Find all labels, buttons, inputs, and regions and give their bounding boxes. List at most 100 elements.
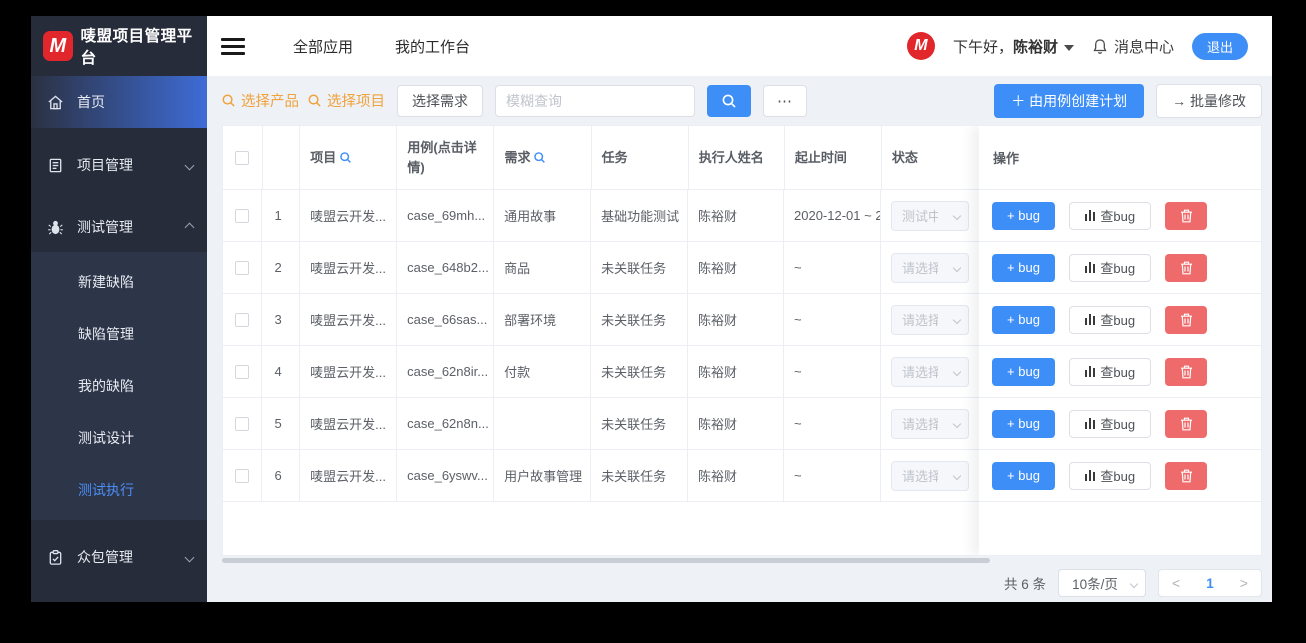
table-row: 4 唛盟云开发... case_62n8ir... 付款 未关联任务 陈裕财 ~… — [223, 346, 979, 398]
fuzzy-search-input[interactable] — [495, 84, 695, 117]
horizontal-scrollbar[interactable] — [222, 558, 990, 563]
bar-chart-icon — [1084, 418, 1096, 429]
more-filters-button[interactable]: ⋯ — [763, 84, 807, 117]
status-select[interactable]: 请选择 — [890, 304, 969, 335]
sidebar-item-my-defects[interactable]: 我的缺陷 — [31, 360, 207, 412]
sidebar-item-project-management[interactable]: 项目管理 — [31, 140, 207, 190]
trash-icon — [1180, 261, 1192, 274]
bar-chart-icon — [1084, 314, 1096, 325]
sidebar-item-defect-management[interactable]: 缺陷管理 — [31, 308, 207, 360]
view-bug-button[interactable]: 查bug — [1069, 357, 1151, 386]
delete-button[interactable] — [1165, 305, 1207, 334]
table-row: 5 唛盟云开发... case_62n8n... 未关联任务 陈裕财 ~ 请选择 — [223, 398, 979, 450]
view-bug-button[interactable]: 查bug — [1069, 461, 1151, 490]
row-checkbox[interactable] — [235, 416, 250, 431]
row-requirement — [494, 398, 592, 449]
nav-all-apps[interactable]: 全部应用 — [293, 36, 353, 57]
row-case-link[interactable]: case_6yswv... — [397, 450, 495, 501]
app-title: 唛盟项目管理平台 — [80, 28, 193, 67]
add-bug-button[interactable]: + bug — [992, 461, 1055, 490]
add-bug-button[interactable]: + bug — [992, 357, 1055, 386]
row-executor: 陈裕财 — [688, 242, 785, 293]
search-button[interactable] — [707, 84, 751, 117]
project-header: 项目 — [300, 126, 398, 189]
status-select[interactable]: 请选择 — [890, 356, 969, 387]
delete-button[interactable] — [1165, 409, 1207, 438]
total-count: 共 6 条 — [1003, 577, 1046, 592]
select-requirement-button[interactable]: 选择需求 — [397, 84, 483, 117]
delete-button[interactable] — [1165, 461, 1207, 490]
create-plan-from-case-button[interactable]: ＋ 由用例创建计划 — [994, 83, 1145, 118]
hamburger-menu-icon[interactable] — [221, 37, 245, 55]
row-period: ~ — [784, 242, 881, 293]
row-case-link[interactable]: case_69mh... — [397, 190, 495, 241]
row-index: 4 — [262, 346, 301, 397]
sidebar-item-test-management[interactable]: 测试管理 — [31, 202, 207, 252]
select-project-link[interactable]: 选择项目 — [307, 90, 385, 111]
clipboard-icon — [49, 549, 62, 565]
column-search-icon[interactable] — [339, 151, 352, 164]
select-product-link[interactable]: 选择产品 — [221, 90, 299, 111]
sidebar-item-test-design[interactable]: 测试设计 — [31, 412, 207, 464]
top-bar: 全部应用 我的工作台 M 下午好，陈裕财 消息中心 退出 — [207, 16, 1272, 76]
delete-button[interactable] — [1165, 253, 1207, 282]
row-case-link[interactable]: case_66sas... — [397, 294, 495, 345]
view-bug-button[interactable]: 查bug — [1069, 201, 1151, 230]
row-period: ~ — [784, 294, 881, 345]
message-center[interactable]: 消息中心 — [1092, 36, 1174, 57]
row-requirement: 部署环境 — [494, 294, 592, 345]
nav-my-workbench[interactable]: 我的工作台 — [395, 36, 470, 57]
bell-icon — [1093, 38, 1107, 54]
sidebar-item-crowdsourcing-management[interactable]: 众包管理 — [31, 532, 207, 582]
sidebar-item-home[interactable]: 首页 — [31, 76, 207, 128]
add-bug-button[interactable]: + bug — [992, 409, 1055, 438]
view-bug-button[interactable]: 查bug — [1069, 409, 1151, 438]
sidebar-item-partial[interactable]: 结算管理 — [31, 592, 207, 602]
trash-icon — [1180, 365, 1192, 378]
add-bug-button[interactable]: + bug — [992, 253, 1055, 282]
status-select[interactable]: 请选择 — [890, 408, 969, 439]
row-checkbox[interactable] — [235, 208, 250, 223]
row-period: ~ — [784, 450, 881, 501]
select-all-checkbox[interactable] — [235, 150, 250, 165]
status-select[interactable]: 请选择 — [890, 252, 969, 283]
column-search-icon[interactable] — [533, 151, 546, 164]
row-checkbox[interactable] — [235, 364, 250, 379]
add-bug-button[interactable]: + bug — [992, 305, 1055, 334]
row-checkbox[interactable] — [235, 468, 250, 483]
page-size-select[interactable]: 10条/页 — [1058, 569, 1146, 597]
avatar[interactable]: M — [906, 32, 935, 60]
bar-chart-icon — [1084, 470, 1096, 481]
status-select[interactable]: 测试中 — [890, 200, 969, 231]
sidebar-item-label: 项目管理 — [77, 157, 133, 173]
view-bug-button[interactable]: 查bug — [1069, 253, 1151, 282]
row-requirement: 用户故事管理 — [494, 450, 592, 501]
status-select[interactable]: 请选择 — [890, 460, 969, 491]
view-bug-button[interactable]: 查bug — [1069, 305, 1151, 334]
row-task: 未关联任务 — [591, 242, 689, 293]
row-case-link[interactable]: case_62n8n... — [397, 398, 495, 449]
next-page-button[interactable]: > — [1240, 575, 1248, 591]
row-checkbox[interactable] — [235, 312, 250, 327]
row-case-link[interactable]: case_62n8ir... — [397, 346, 495, 397]
row-case-link[interactable]: case_648b2... — [397, 242, 495, 293]
sidebar-item-new-defect[interactable]: 新建缺陷 — [31, 256, 207, 308]
current-page[interactable]: 1 — [1206, 576, 1214, 591]
user-greeting[interactable]: 下午好，陈裕财 — [953, 36, 1074, 57]
batch-edit-button[interactable]: → 批量修改 — [1156, 83, 1262, 118]
delete-button[interactable] — [1165, 357, 1207, 386]
sidebar-item-test-execution[interactable]: 测试执行 — [31, 464, 207, 516]
executor-header: 执行人姓名 — [689, 126, 785, 189]
row-executor: 陈裕财 — [688, 190, 785, 241]
chevron-down-icon — [184, 552, 195, 562]
row-index: 6 — [262, 450, 301, 501]
home-icon — [48, 94, 63, 109]
filter-toolbar: 选择产品 选择项目 选择需求 ⋯ ＋ 由用例创建计划 → 批量修改 — [207, 76, 1272, 125]
prev-page-button[interactable]: < — [1172, 575, 1180, 591]
add-bug-button[interactable]: + bug — [992, 201, 1055, 230]
test-plan-table: 项目 用例(点击详情) 需求 任务 执行人姓名 起止时间 状态 1 唛盟云开发.… — [222, 125, 1262, 556]
delete-button[interactable] — [1165, 201, 1207, 230]
logout-button[interactable]: 退出 — [1191, 32, 1248, 60]
row-checkbox[interactable] — [235, 260, 250, 275]
search-icon — [308, 94, 321, 107]
